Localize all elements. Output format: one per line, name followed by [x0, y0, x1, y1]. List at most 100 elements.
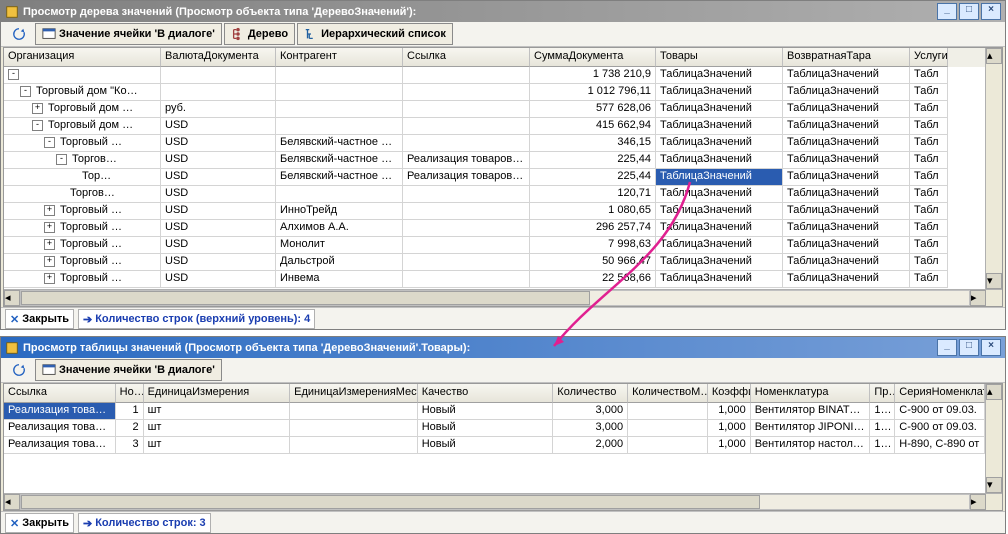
arrow-icon: ➔: [83, 517, 92, 530]
scroll-left-button[interactable]: ◂: [4, 494, 20, 510]
column-header[interactable]: Ссылка: [4, 384, 116, 403]
table-cell: С-900 от 09.03.: [895, 403, 985, 420]
table-row[interactable]: Тор…USDБелявский-частное лицоРеализация …: [4, 169, 985, 186]
table-cell: [403, 186, 530, 203]
table-row[interactable]: - Торговый дом …USD415 662,94ТаблицаЗнач…: [4, 118, 985, 135]
table-row[interactable]: + Торговый …USDИнноТрейд1 080,65ТаблицаЗ…: [4, 203, 985, 220]
column-header[interactable]: СерияНоменклатуры: [895, 384, 985, 403]
column-header[interactable]: Контрагент: [276, 48, 403, 67]
table-row[interactable]: + Торговый …USDМонолит7 998,63ТаблицаЗна…: [4, 237, 985, 254]
table-row[interactable]: - Торговый …USDБелявский-частное лицо346…: [4, 135, 985, 152]
table-cell: [276, 84, 403, 101]
refresh-icon: [12, 27, 26, 41]
table-cell: 2: [116, 420, 144, 437]
column-header[interactable]: Ссылка: [403, 48, 530, 67]
table-cell: 3,000: [553, 403, 628, 420]
column-header[interactable]: Пр…: [870, 384, 895, 403]
row-count-status[interactable]: ➔ Количество строк (верхний уровень): 4: [78, 309, 315, 329]
table-cell: [403, 135, 530, 152]
column-header[interactable]: Качество: [418, 384, 554, 403]
column-header[interactable]: Номенклатура: [751, 384, 871, 403]
close-button-status[interactable]: ✕ Закрыть: [5, 513, 74, 533]
scroll-right-button[interactable]: ▸: [970, 290, 986, 306]
expand-icon[interactable]: +: [44, 205, 55, 216]
table-row[interactable]: + Торговый дом …руб.577 628,06ТаблицаЗна…: [4, 101, 985, 118]
table-cell: 1 080,65: [530, 203, 656, 220]
maximize-button[interactable]: □: [959, 3, 979, 20]
h-scroll-thumb[interactable]: [21, 291, 590, 305]
close-label: Закрыть: [22, 517, 69, 529]
table-cell: + Торговый дом …: [4, 101, 161, 118]
minimize-button[interactable]: _: [937, 3, 957, 20]
refresh-button[interactable]: [5, 359, 33, 381]
maximize-button[interactable]: □: [959, 339, 979, 356]
table-row[interactable]: + Торговый …USDАлхимов А.А.296 257,74Таб…: [4, 220, 985, 237]
minimize-button[interactable]: _: [937, 339, 957, 356]
hier-list-button[interactable]: Иерархический список: [297, 23, 453, 45]
collapse-icon[interactable]: -: [56, 154, 67, 165]
table-row[interactable]: + Торговый …USDИнвема22 568,66ТаблицаЗна…: [4, 271, 985, 288]
table-row[interactable]: + Торговый …USDДальстрой50 966,47Таблица…: [4, 254, 985, 271]
table-cell: -: [4, 67, 161, 84]
table-row[interactable]: - Торгов…USDБелявский-частное лицоРеализ…: [4, 152, 985, 169]
table-row[interactable]: - 1 738 210,9ТаблицаЗначенийТаблицаЗначе…: [4, 67, 985, 84]
hier-list-label: Иерархический список: [321, 28, 446, 40]
table-cell: Тор…: [4, 169, 161, 186]
column-header[interactable]: ВалютаДокумента: [161, 48, 276, 67]
scroll-right-button[interactable]: ▸: [970, 494, 986, 510]
table-cell: 7 998,63: [530, 237, 656, 254]
column-header[interactable]: Коэффи…: [708, 384, 751, 403]
row-count-status[interactable]: ➔ Количество строк: 3: [78, 513, 211, 533]
column-header[interactable]: ВозвратнаяТара: [783, 48, 910, 67]
table-cell: ТаблицаЗначений: [783, 84, 910, 101]
table-row[interactable]: - Торговый дом "Ко…1 012 796,11ТаблицаЗн…: [4, 84, 985, 101]
column-header[interactable]: ЕдиницаИзмеренияМест: [290, 384, 418, 403]
close-button[interactable]: ×: [981, 339, 1001, 356]
cell-value-button[interactable]: Значение ячейки 'В диалоге': [35, 23, 222, 45]
collapse-icon[interactable]: -: [20, 86, 31, 97]
refresh-button[interactable]: [5, 23, 33, 45]
scroll-down-button[interactable]: ▾: [986, 273, 1002, 289]
column-header[interactable]: Услуги: [910, 48, 948, 67]
table-cell: Вентилятор JIPONIC (Т…: [751, 420, 871, 437]
cell-value-button[interactable]: Значение ячейки 'В диалоге': [35, 359, 222, 381]
column-header[interactable]: СуммаДокумента: [530, 48, 656, 67]
expand-icon[interactable]: +: [44, 256, 55, 267]
column-header[interactable]: ЕдиницаИзмерения: [144, 384, 291, 403]
expand-icon[interactable]: +: [44, 239, 55, 250]
column-header[interactable]: Количество: [553, 384, 628, 403]
column-header[interactable]: КоличествоМ…: [628, 384, 708, 403]
table-row[interactable]: Торгов…USD120,71ТаблицаЗначенийТаблицаЗн…: [4, 186, 985, 203]
close-button[interactable]: ×: [981, 3, 1001, 20]
table-row[interactable]: Реализация товаров и …3штНовый2,0001,000…: [4, 437, 985, 454]
close-button-status[interactable]: ✕ Закрыть: [5, 309, 74, 329]
table-cell: [403, 271, 530, 288]
tree-button[interactable]: Дерево: [224, 23, 295, 45]
table-row[interactable]: Реализация товаров и …2штНовый3,0001,000…: [4, 420, 985, 437]
table-row[interactable]: Реализация товаров и …1штНовый3,0001,000…: [4, 403, 985, 420]
column-header[interactable]: Организация: [4, 48, 161, 67]
window-title: Просмотр таблицы значений (Просмотр объе…: [23, 342, 937, 354]
table-cell: 10…: [870, 403, 895, 420]
scroll-left-button[interactable]: ◂: [4, 290, 20, 306]
scroll-down-button[interactable]: ▾: [986, 477, 1002, 493]
table-cell: 577 628,06: [530, 101, 656, 118]
expand-icon[interactable]: +: [32, 103, 43, 114]
expand-icon[interactable]: +: [44, 222, 55, 233]
collapse-icon[interactable]: -: [44, 137, 55, 148]
expand-icon[interactable]: +: [44, 273, 55, 284]
table-cell: 225,44: [530, 169, 656, 186]
table-cell: руб.: [161, 101, 276, 118]
column-header[interactable]: Товары: [656, 48, 783, 67]
collapse-icon[interactable]: -: [32, 120, 43, 131]
table-cell: Торгов…: [4, 186, 161, 203]
collapse-icon[interactable]: -: [8, 69, 19, 80]
window-title: Просмотр дерева значений (Просмотр объек…: [23, 6, 937, 18]
table-cell: 1 738 210,9: [530, 67, 656, 84]
h-scroll-thumb[interactable]: [21, 495, 760, 509]
scroll-up-button[interactable]: ▴: [986, 384, 1002, 400]
table-cell: 225,44: [530, 152, 656, 169]
column-header[interactable]: Но…: [116, 384, 144, 403]
scroll-up-button[interactable]: ▴: [986, 48, 1002, 64]
table-cell: 120,71: [530, 186, 656, 203]
